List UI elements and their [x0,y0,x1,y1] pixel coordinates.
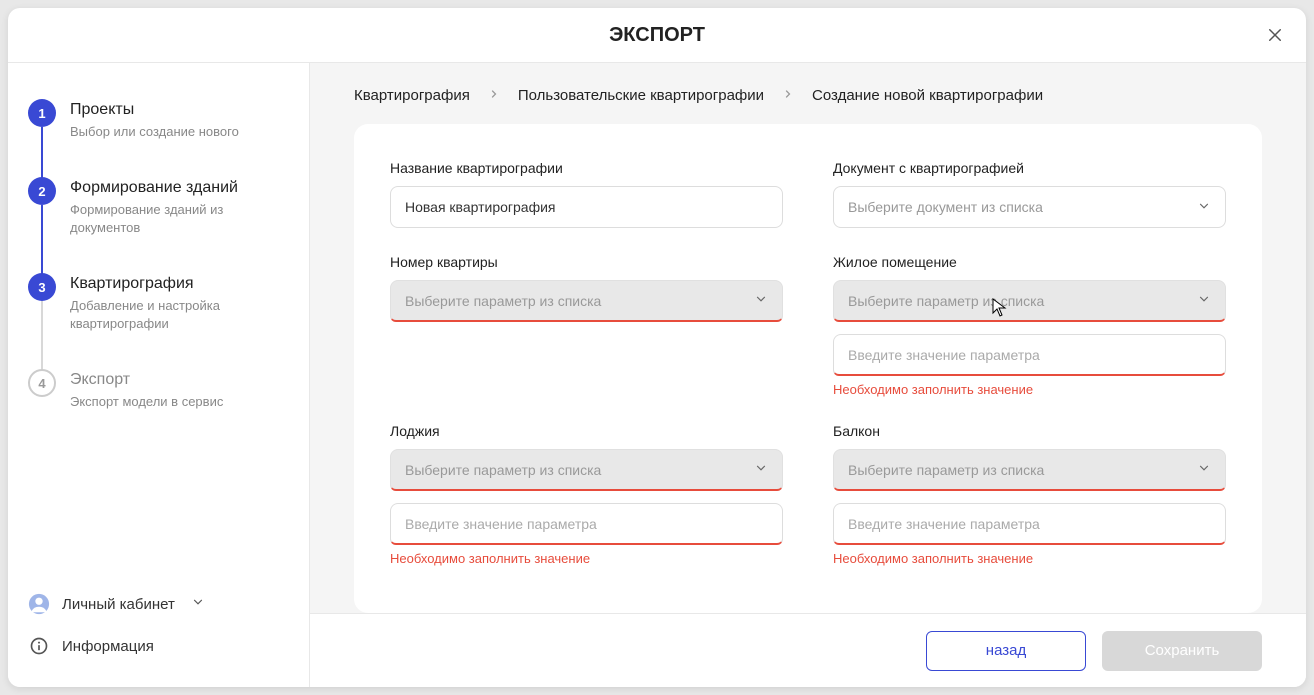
name-label: Название квартирографии [390,160,783,176]
step-projects[interactable]: 1 Проекты Выбор или создание нового [28,99,289,141]
form-card: Название квартирографии Документ с кварт… [354,124,1262,613]
avatar-icon [28,593,50,615]
breadcrumb: Квартирография Пользовательские квартиро… [310,63,1306,124]
close-button[interactable] [1262,22,1288,48]
breadcrumb-item[interactable]: Пользовательские квартирографии [518,87,764,104]
modal-title: ЭКСПОРТ [609,24,705,47]
info-label: Информация [62,638,154,655]
step-title: Экспорт [70,369,223,391]
balcony-label: Балкон [833,423,1226,439]
apt-num-placeholder: Выберите параметр из списка [405,293,601,309]
loggia-label: Лоджия [390,423,783,439]
chevron-right-icon [782,87,794,104]
breadcrumb-item: Создание новой квартирографии [812,87,1043,104]
apt-num-label: Номер квартиры [390,254,783,270]
balcony-error: Необходимо заполнить значение [833,551,1226,566]
balcony-value-input[interactable] [833,503,1226,545]
modal-body: 1 Проекты Выбор или создание нового 2 Фо… [8,63,1306,687]
chevron-down-icon [1197,461,1211,478]
step-badge: 2 [28,177,56,205]
doc-select[interactable]: Выберите документ из списка [833,186,1226,228]
sidebar-bottom: Личный кабинет Информация [28,583,289,667]
balcony-select[interactable]: Выберите параметр из списка [833,449,1226,491]
modal-header: ЭКСПОРТ [8,8,1306,63]
chevron-right-icon [488,87,500,104]
info-icon [28,635,50,657]
info-item[interactable]: Информация [28,625,289,667]
export-modal: ЭКСПОРТ 1 Проекты Выбор или создание нов… [8,8,1306,687]
living-select[interactable]: Выберите параметр из списка [833,280,1226,322]
back-button[interactable]: назад [926,631,1086,671]
living-value-input[interactable] [833,334,1226,376]
stepper: 1 Проекты Выбор или создание нового 2 Фо… [28,99,289,583]
main-panel: Квартирография Пользовательские квартиро… [310,63,1306,687]
step-connector [41,127,43,181]
living-error: Необходимо заполнить значение [833,382,1226,397]
chevron-down-icon [1197,199,1211,216]
step-badge: 4 [28,369,56,397]
step-title: Проекты [70,99,239,121]
doc-label: Документ с квартирографией [833,160,1226,176]
field-balcony: Балкон Выберите параметр из списка Необх… [833,423,1226,566]
chevron-down-icon [754,292,768,309]
balcony-placeholder: Выберите параметр из списка [848,462,1044,478]
chevron-down-icon [191,595,205,614]
step-export[interactable]: 4 Экспорт Экспорт модели в сервис [28,369,289,411]
field-doc: Документ с квартирографией Выберите доку… [833,160,1226,228]
step-desc: Добавление и настройка квартирографии [70,297,289,333]
chevron-down-icon [1197,292,1211,309]
name-input[interactable] [390,186,783,228]
field-living: Жилое помещение Выберите параметр из спи… [833,254,1226,397]
apt-num-select[interactable]: Выберите параметр из списка [390,280,783,322]
step-connector [41,205,43,275]
step-title: Формирование зданий [70,177,289,199]
step-badge: 1 [28,99,56,127]
save-button[interactable]: Сохранить [1102,631,1262,671]
account-item[interactable]: Личный кабинет [28,583,289,625]
doc-placeholder: Выберите документ из списка [848,199,1043,215]
living-placeholder: Выберите параметр из списка [848,293,1044,309]
loggia-placeholder: Выберите параметр из списка [405,462,601,478]
chevron-down-icon [754,461,768,478]
sidebar: 1 Проекты Выбор или создание нового 2 Фо… [8,63,310,687]
step-badge: 3 [28,273,56,301]
step-title: Квартирография [70,273,289,295]
footer: назад Сохранить [310,613,1306,687]
living-label: Жилое помещение [833,254,1226,270]
field-loggia: Лоджия Выберите параметр из списка Необх… [390,423,783,566]
loggia-select[interactable]: Выберите параметр из списка [390,449,783,491]
field-apt-num: Номер квартиры Выберите параметр из спис… [390,254,783,397]
step-kvartirografiya[interactable]: 3 Квартирография Добавление и настройка … [28,273,289,333]
step-desc: Экспорт модели в сервис [70,393,223,411]
close-icon [1266,26,1284,44]
breadcrumb-item[interactable]: Квартирография [354,87,470,104]
step-desc: Формирование зданий из документов [70,201,289,237]
account-label: Личный кабинет [62,596,175,613]
field-name: Название квартирографии [390,160,783,228]
step-desc: Выбор или создание нового [70,123,239,141]
step-buildings[interactable]: 2 Формирование зданий Формирование здани… [28,177,289,237]
loggia-error: Необходимо заполнить значение [390,551,783,566]
step-connector [41,301,43,371]
loggia-value-input[interactable] [390,503,783,545]
